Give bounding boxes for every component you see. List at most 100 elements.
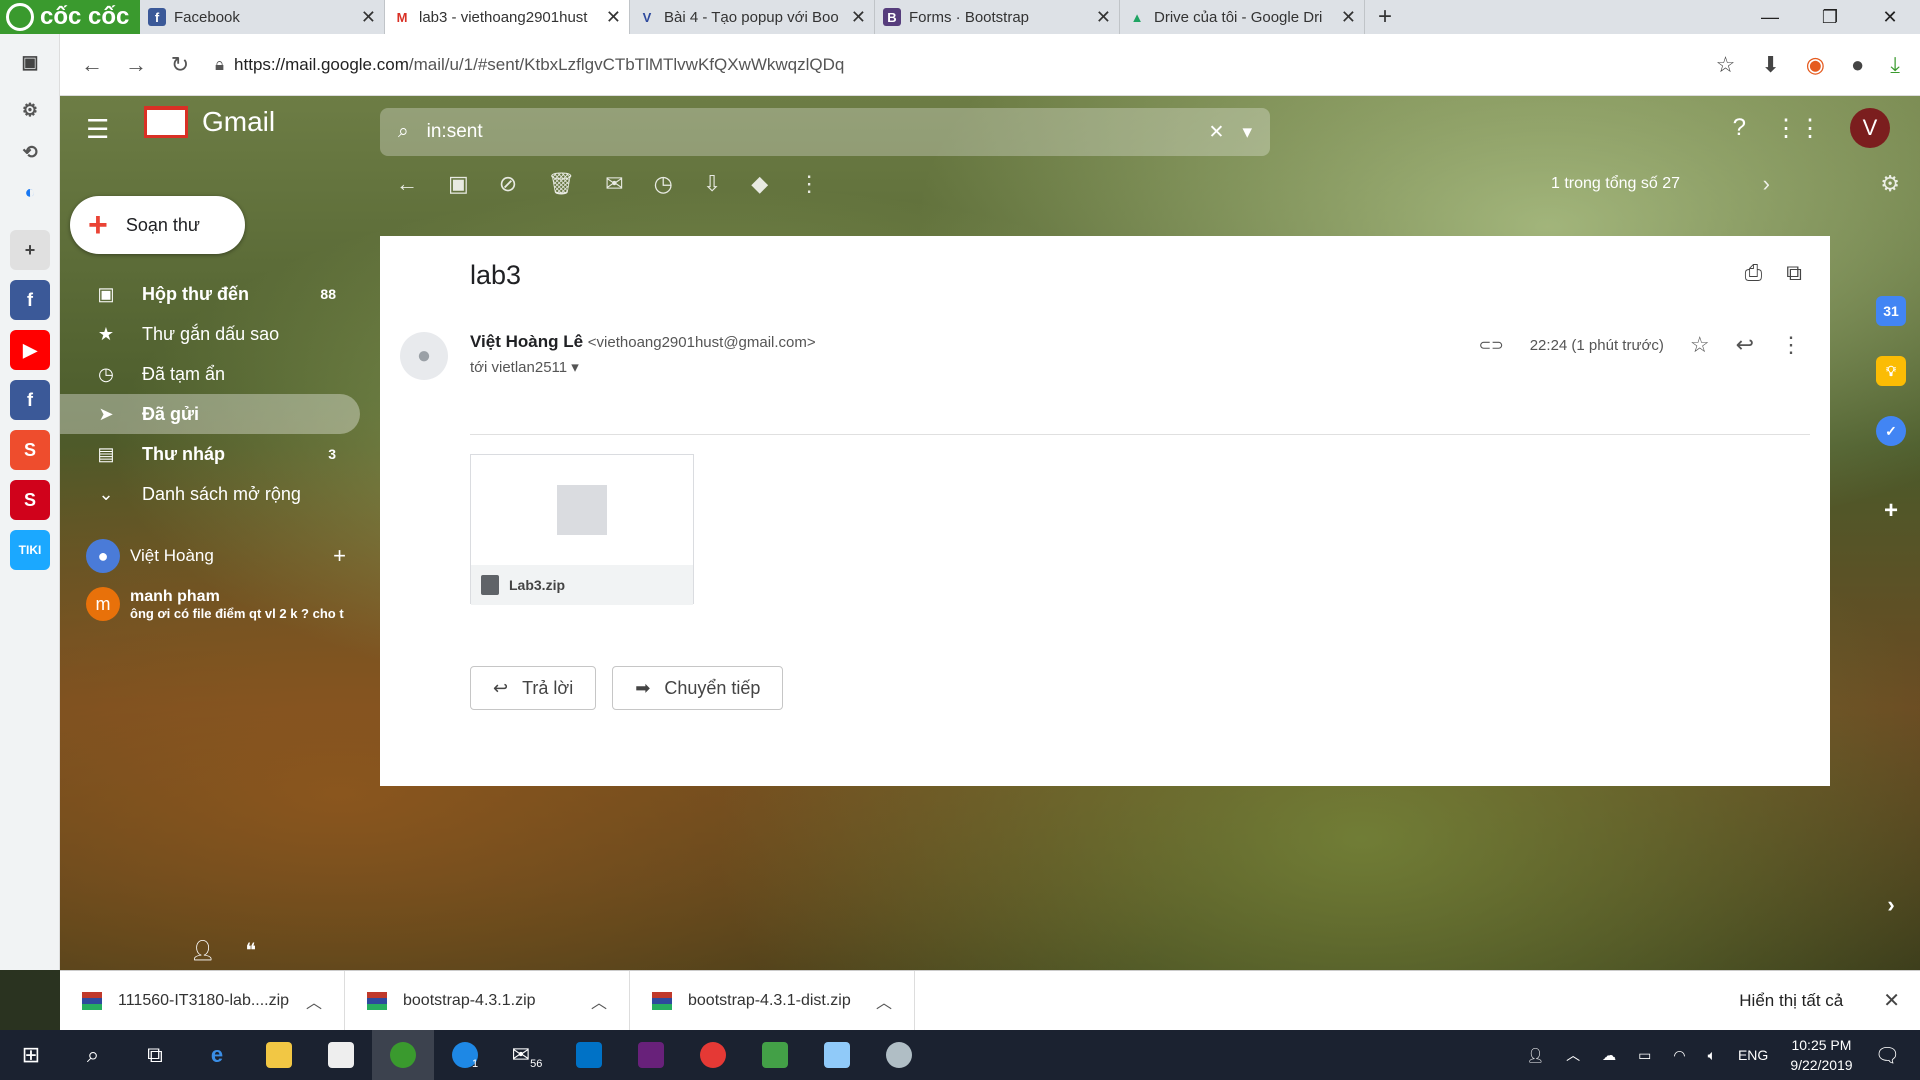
download-item[interactable]: bootstrap-4.3.1-dist.zip ︿ [630,970,915,1031]
delete-icon[interactable]: 🗑︎ [547,171,575,197]
edge-icon[interactable]: e [186,1030,248,1080]
clock[interactable]: 10:25 PM 9/22/2019 [1790,1035,1852,1075]
close-window-icon[interactable]: ✕ [1860,0,1920,34]
visual-studio-icon[interactable] [620,1030,682,1080]
star-icon[interactable]: ☆ [1690,332,1710,358]
compose-button[interactable]: + Soạn thư [70,196,245,254]
reload-icon[interactable]: ↻ [158,52,202,78]
nav-sent[interactable]: ➤ Đã gửi [60,394,360,434]
notifications-icon[interactable]: 🗨︎ [1875,1043,1900,1068]
mark-unread-icon[interactable]: ✉ [605,171,623,197]
chevron-up-icon[interactable]: ︿ [1566,1045,1580,1065]
paint-icon[interactable] [868,1030,930,1080]
outlook-icon[interactable] [558,1030,620,1080]
chevron-up-icon[interactable]: ︿ [306,989,322,1013]
add-icon[interactable]: + [10,230,50,270]
facebook-icon[interactable]: f [10,280,50,320]
language-indicator[interactable]: ENG [1738,1047,1768,1063]
show-all-downloads-link[interactable]: Hiển thị tất cả [1739,991,1843,1011]
virtualbox-icon[interactable] [806,1030,868,1080]
coccoc-logo[interactable]: cốc cốc [0,0,140,34]
youtube-icon[interactable]: ▶ [10,330,50,370]
reply-icon[interactable]: ↩ [1736,332,1754,358]
new-tab-button[interactable]: + [1365,0,1405,34]
contacts-icon[interactable]: 👤︎ [190,938,215,963]
calendar-icon[interactable]: 31 [1876,296,1906,326]
history-icon[interactable]: ⟲ [10,132,50,172]
battery-icon[interactable]: ▭ [1638,1047,1651,1064]
task-view-icon[interactable]: ⧉ [124,1030,186,1080]
coccoc-extension-icon[interactable]: ◉ [1806,52,1825,78]
nav-inbox[interactable]: ▣ Hộp thư đến 88 [60,274,360,314]
gmail-logo[interactable]: Gmail [144,106,275,138]
hangouts-me[interactable]: ● Việt Hoàng + [60,536,360,576]
download-item[interactable]: 111560-IT3180-lab....zip ︿ [60,970,345,1031]
tab-vietjack[interactable]: V Bài 4 - Tạo popup với Boo ✕ [630,0,875,34]
shopee-icon[interactable]: S [10,430,50,470]
bookmark-star-icon[interactable]: ☆ [1716,52,1736,78]
hangouts-icon[interactable]: ❝ [245,938,256,963]
onedrive-icon[interactable]: ☁ [1602,1047,1616,1064]
people-icon[interactable]: 👤︎ [1526,1047,1544,1064]
print-icon[interactable]: ⎙ [1745,260,1763,286]
settings-icon[interactable]: ⚙ [10,90,50,130]
add-addon-icon[interactable]: + [1876,496,1906,526]
attachment-card[interactable]: Lab3.zip [470,454,694,605]
label-icon[interactable]: ◆ [751,171,768,197]
help-icon[interactable]: ? [1733,114,1746,142]
close-tab-icon[interactable]: ✕ [361,7,376,28]
new-chat-icon[interactable]: + [333,543,346,569]
wifi-icon[interactable]: ◠ [1673,1047,1685,1064]
more-icon[interactable]: ⋮ [798,171,820,197]
messenger-icon[interactable]: ◐ [10,172,50,212]
tab-gmail[interactable]: Mlab3 - viethoang2901hust ✕ [385,0,630,34]
profile-icon[interactable]: ● [1851,52,1864,78]
move-to-icon[interactable]: ⇩ [703,171,721,197]
windows-start-icon[interactable]: ⊞ [0,1030,62,1080]
download-item[interactable]: bootstrap-4.3.1.zip ︿ [345,970,630,1031]
reply-button[interactable]: ↩ Trả lời [470,666,597,710]
app-icon[interactable]: 1 [434,1030,496,1080]
chrome-icon[interactable] [682,1030,744,1080]
nav-more[interactable]: ⌄ Danh sách mở rộng [60,474,360,514]
back-icon[interactable]: ← [70,52,114,78]
sidebar-toggle-icon[interactable]: ▣ [10,42,50,82]
nav-drafts[interactable]: ▤ Thư nháp 3 [60,434,360,474]
sendo-icon[interactable]: S [10,480,50,520]
nav-starred[interactable]: ★ Thư gắn dấu sao [60,314,360,354]
close-downloads-icon[interactable]: ✕ [1883,988,1900,1013]
archive-icon[interactable]: ▣ [448,171,469,197]
clear-search-icon[interactable]: ✕ [1209,121,1225,144]
download-icon[interactable]: ⬇ [1761,52,1779,78]
chevron-up-icon[interactable]: ︿ [591,989,607,1013]
close-tab-icon[interactable]: ✕ [851,7,866,28]
close-tab-icon[interactable]: ✕ [1096,7,1111,28]
hangouts-chat[interactable]: m manh pham ông ơi có file điểm qt vl 2 k … [60,576,360,632]
file-explorer-icon[interactable] [248,1030,310,1080]
open-new-window-icon[interactable]: ⧉ [1786,260,1802,286]
tab-bootstrap[interactable]: B Forms · Bootstrap ✕ [875,0,1120,34]
url-field[interactable]: 🔒︎ https://mail.google.com/mail/u/1/#sen… [215,34,844,96]
report-spam-icon[interactable]: ⊘ [499,171,517,197]
store-icon[interactable] [310,1030,372,1080]
snooze-icon[interactable]: ◷ [654,171,673,197]
minimize-icon[interactable]: — [1740,0,1800,34]
tab-drive[interactable]: ▲ Drive của tôi - Google Dri ✕ [1120,0,1365,34]
search-input[interactable] [426,121,1191,143]
forward-button[interactable]: ➡ Chuyển tiếp [612,666,784,710]
volume-icon[interactable]: 🔈︎ [1708,1047,1716,1064]
settings-icon[interactable]: ⚙ [1880,171,1900,197]
keep-icon[interactable]: 💡︎ [1876,356,1906,386]
facebook-icon[interactable]: f [10,380,50,420]
tiki-icon[interactable]: TIKI [10,530,50,570]
account-avatar[interactable]: V [1850,108,1890,148]
more-icon[interactable]: ⋮ [1780,332,1802,358]
tab-facebook[interactable]: f Facebook ✕ [140,0,385,34]
search-icon[interactable]: ⌕ [62,1030,124,1080]
search-options-icon[interactable]: ▾ [1242,121,1252,144]
forward-icon[interactable]: → [114,52,158,78]
app-icon[interactable] [744,1030,806,1080]
expand-panel-icon[interactable]: › [1876,890,1906,920]
apps-grid-icon[interactable]: ⋮⋮ [1774,114,1822,143]
close-tab-icon[interactable]: ✕ [606,7,621,28]
